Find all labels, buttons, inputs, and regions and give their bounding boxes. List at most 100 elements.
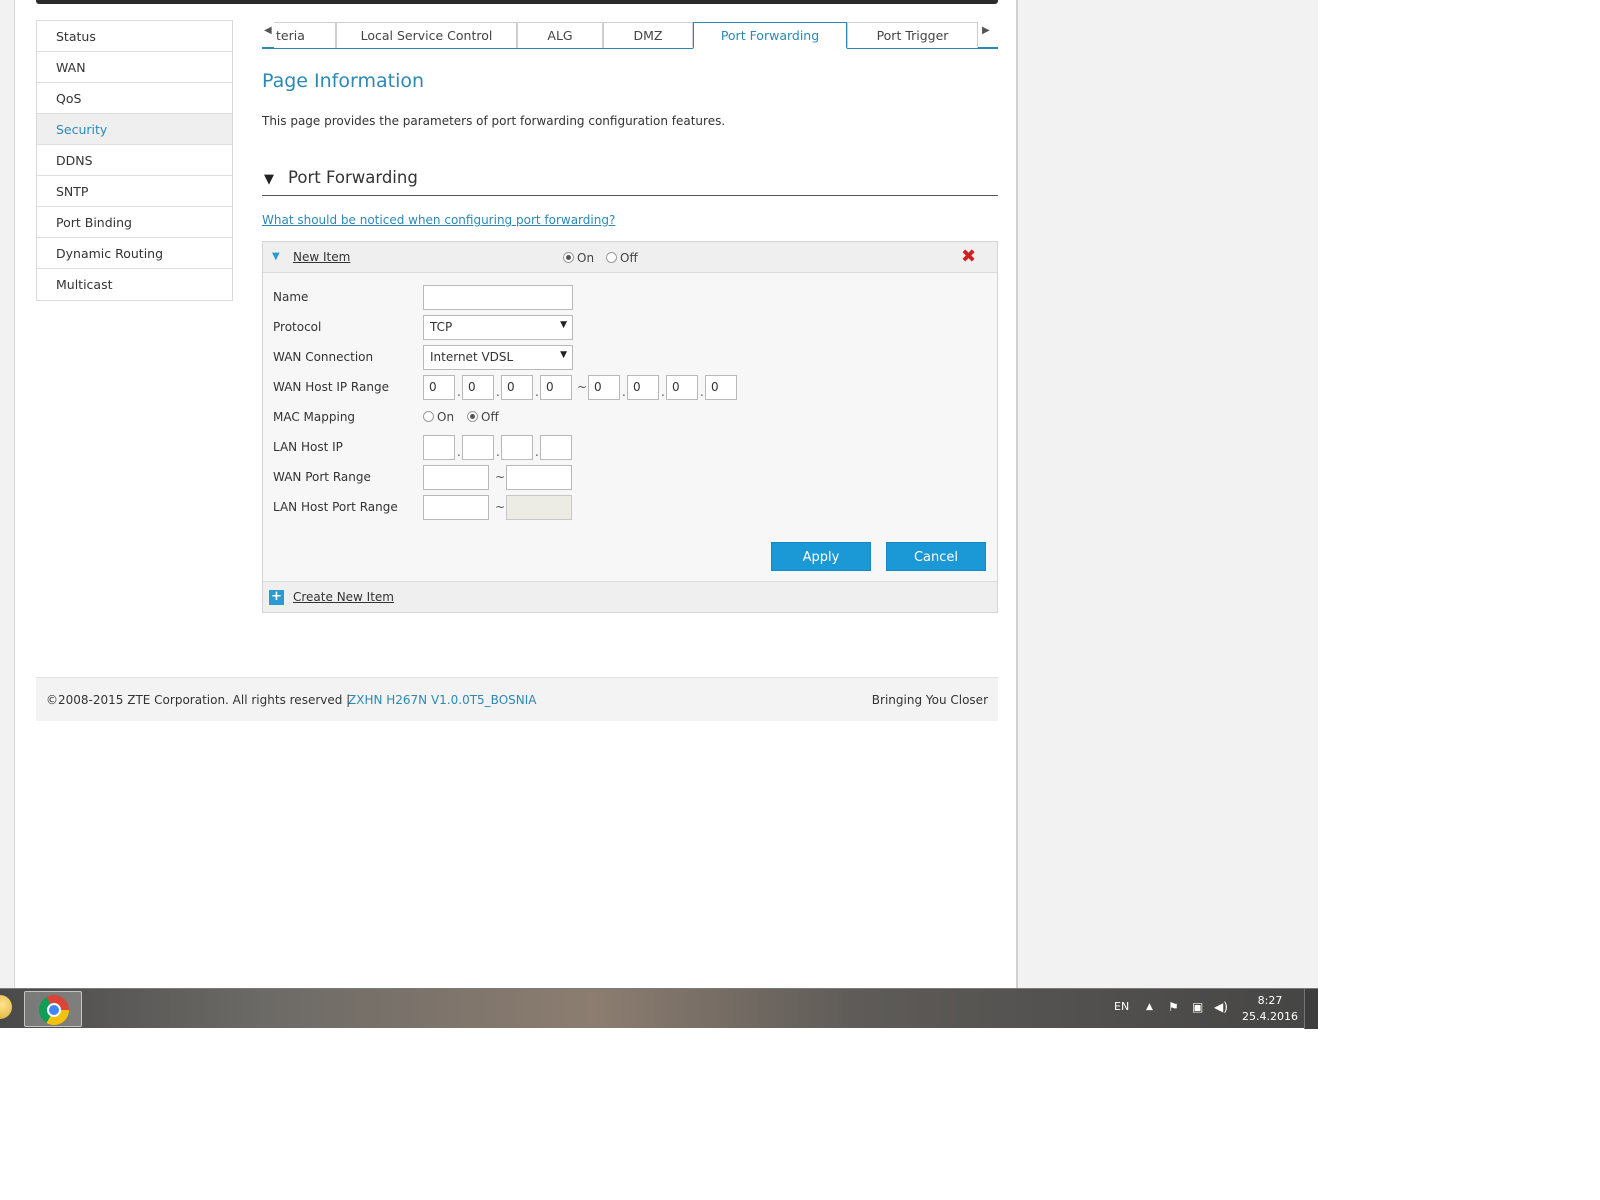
page-footer: ©2008-2015 ZTE Corporation. All rights r…	[36, 677, 998, 721]
range-separator: ~	[577, 380, 588, 394]
tab-port-forwarding[interactable]: Port Forwarding	[693, 22, 847, 49]
octet-dot: .	[457, 445, 461, 459]
wan-ip-end-octet-2[interactable]: 0	[627, 375, 659, 400]
wan-ip-end-octet-1[interactable]: 0	[588, 375, 620, 400]
protocol-select[interactable]: TCP ▼	[423, 315, 573, 340]
sidebar-item-wan[interactable]: WAN	[37, 52, 232, 83]
chrome-icon	[39, 995, 69, 1025]
apply-button[interactable]: Apply	[771, 542, 871, 571]
clock-time: 8:27	[1257, 994, 1283, 1007]
action-center-flag-icon[interactable]: ⚑	[1168, 1000, 1179, 1014]
lan-ip-octet-3[interactable]	[501, 435, 533, 460]
item-enable-on[interactable]: On	[563, 251, 594, 265]
dropdown-caret-icon: ▼	[560, 320, 567, 330]
sidebar-item-security[interactable]: Security	[37, 114, 232, 145]
lan-port-start-input[interactable]	[423, 495, 489, 520]
language-indicator[interactable]: EN	[1114, 1000, 1129, 1013]
sidebar-item-qos[interactable]: QoS	[37, 83, 232, 114]
protocol-value: TCP	[430, 320, 453, 334]
row-wan-host-ip-range: WAN Host IP Range 0 . 0 . 0 . 0 ~ 0 . 0 …	[273, 375, 993, 401]
radio-on-icon[interactable]	[563, 252, 574, 263]
sidebar-item-multicast[interactable]: Multicast	[37, 269, 232, 300]
radio-off-label: Off	[620, 251, 638, 265]
sidebar-item-port-binding[interactable]: Port Binding	[37, 207, 232, 238]
system-clock[interactable]: 8:27 25.4.2016	[1240, 993, 1300, 1025]
network-icon[interactable]: ▣	[1192, 1000, 1203, 1014]
mac-off-label: Off	[481, 410, 499, 424]
radio-off-icon[interactable]	[467, 411, 478, 422]
volume-icon[interactable]: ◀)	[1214, 1000, 1228, 1014]
mac-on-label: On	[437, 410, 455, 424]
lan-ip-octet-2[interactable]	[462, 435, 494, 460]
octet-dot: .	[457, 385, 461, 399]
create-new-item-link[interactable]: Create New Item	[293, 590, 394, 604]
show-hidden-icons-icon[interactable]: ▲	[1146, 1002, 1153, 1012]
taskbar-chrome-button[interactable]	[24, 991, 82, 1027]
octet-dot: .	[496, 445, 500, 459]
new-item-link[interactable]: New Item	[293, 250, 350, 264]
sidebar-item-status[interactable]: Status	[37, 21, 232, 52]
protocol-label: Protocol	[273, 320, 322, 334]
wan-ip-start-octet-1[interactable]: 0	[423, 375, 455, 400]
sidebar-item-ddns[interactable]: DDNS	[37, 145, 232, 176]
port-forwarding-panel: ▼ New Item On Off ✖ Name Protocol TCP ▼ …	[262, 241, 998, 613]
radio-on-label: On	[577, 251, 595, 265]
lan-host-port-range-label: LAN Host Port Range	[273, 500, 398, 514]
plus-icon[interactable]: +	[269, 590, 284, 605]
cancel-button[interactable]: Cancel	[886, 542, 986, 571]
name-input[interactable]	[423, 285, 573, 310]
wan-ip-start-octet-2[interactable]: 0	[462, 375, 494, 400]
wan-ip-start-octet-4[interactable]: 0	[540, 375, 572, 400]
row-wan-port-range: WAN Port Range ~	[273, 465, 673, 491]
section-title: Port Forwarding	[288, 168, 418, 187]
wan-connection-value: Internet VDSL	[430, 350, 514, 364]
lan-ip-octet-1[interactable]	[423, 435, 455, 460]
row-lan-host-ip: LAN Host IP . . .	[273, 435, 673, 461]
show-desktop-button[interactable]	[1304, 989, 1318, 1029]
wan-port-end-input[interactable]	[506, 465, 572, 490]
wan-ip-start-octet-3[interactable]: 0	[501, 375, 533, 400]
wan-ip-end-octet-4[interactable]: 0	[705, 375, 737, 400]
mac-mapping-off[interactable]: Off	[467, 410, 499, 424]
octet-dot: .	[622, 385, 626, 399]
item-enable-off[interactable]: Off	[606, 251, 638, 265]
page-title: Page Information	[262, 70, 425, 92]
firmware-version: ZXHN H267N V1.0.0T5_BOSNIA	[348, 693, 537, 707]
collapse-triangle-icon[interactable]: ▼	[264, 172, 274, 187]
tab-scroll-left-icon[interactable]: ◀	[264, 25, 272, 36]
panel-footer: + Create New Item	[263, 581, 997, 612]
delete-item-icon[interactable]: ✖	[961, 246, 976, 267]
octet-dot: .	[496, 385, 500, 399]
octet-dot: .	[535, 385, 539, 399]
tab-port-trigger[interactable]: Port Trigger	[847, 22, 978, 48]
wan-connection-select[interactable]: Internet VDSL ▼	[423, 345, 573, 370]
wan-ip-end-octet-3[interactable]: 0	[666, 375, 698, 400]
clock-date: 25.4.2016	[1242, 1010, 1298, 1023]
top-banner	[36, 0, 998, 4]
wan-connection-label: WAN Connection	[273, 350, 374, 364]
page-description: This page provides the parameters of por…	[262, 114, 726, 128]
range-separator: ~	[495, 500, 506, 514]
wan-port-range-label: WAN Port Range	[273, 470, 371, 484]
tab-dmz[interactable]: DMZ	[603, 22, 693, 48]
mac-mapping-on[interactable]: On	[423, 410, 454, 424]
copyright-text: ©2008-2015 ZTE Corporation. All rights r…	[46, 693, 351, 707]
radio-off-icon[interactable]	[606, 252, 617, 263]
wan-host-ip-range-label: WAN Host IP Range	[273, 380, 389, 394]
wan-port-start-input[interactable]	[423, 465, 489, 490]
start-button-icon[interactable]	[0, 995, 12, 1019]
tab-alg[interactable]: ALG	[517, 22, 603, 48]
item-collapse-icon[interactable]: ▼	[272, 251, 280, 262]
tab-scroll-right-icon[interactable]: ▶	[982, 25, 990, 36]
taskbar: EN ▲ ⚑ ▣ ◀) 8:27 25.4.2016	[0, 988, 1318, 1029]
tab-criteria[interactable]: teria	[274, 22, 336, 48]
name-label: Name	[273, 290, 309, 304]
help-link[interactable]: What should be noticed when configuring …	[262, 213, 615, 227]
section-header[interactable]: ▼ Port Forwarding	[262, 166, 998, 196]
sidebar-item-dynamic-routing[interactable]: Dynamic Routing	[37, 238, 232, 269]
tab-local-service-control[interactable]: Local Service Control	[336, 22, 517, 48]
mac-mapping-label: MAC Mapping	[273, 410, 356, 424]
lan-ip-octet-4[interactable]	[540, 435, 572, 460]
radio-on-icon[interactable]	[423, 411, 434, 422]
sidebar-item-sntp[interactable]: SNTP	[37, 176, 232, 207]
